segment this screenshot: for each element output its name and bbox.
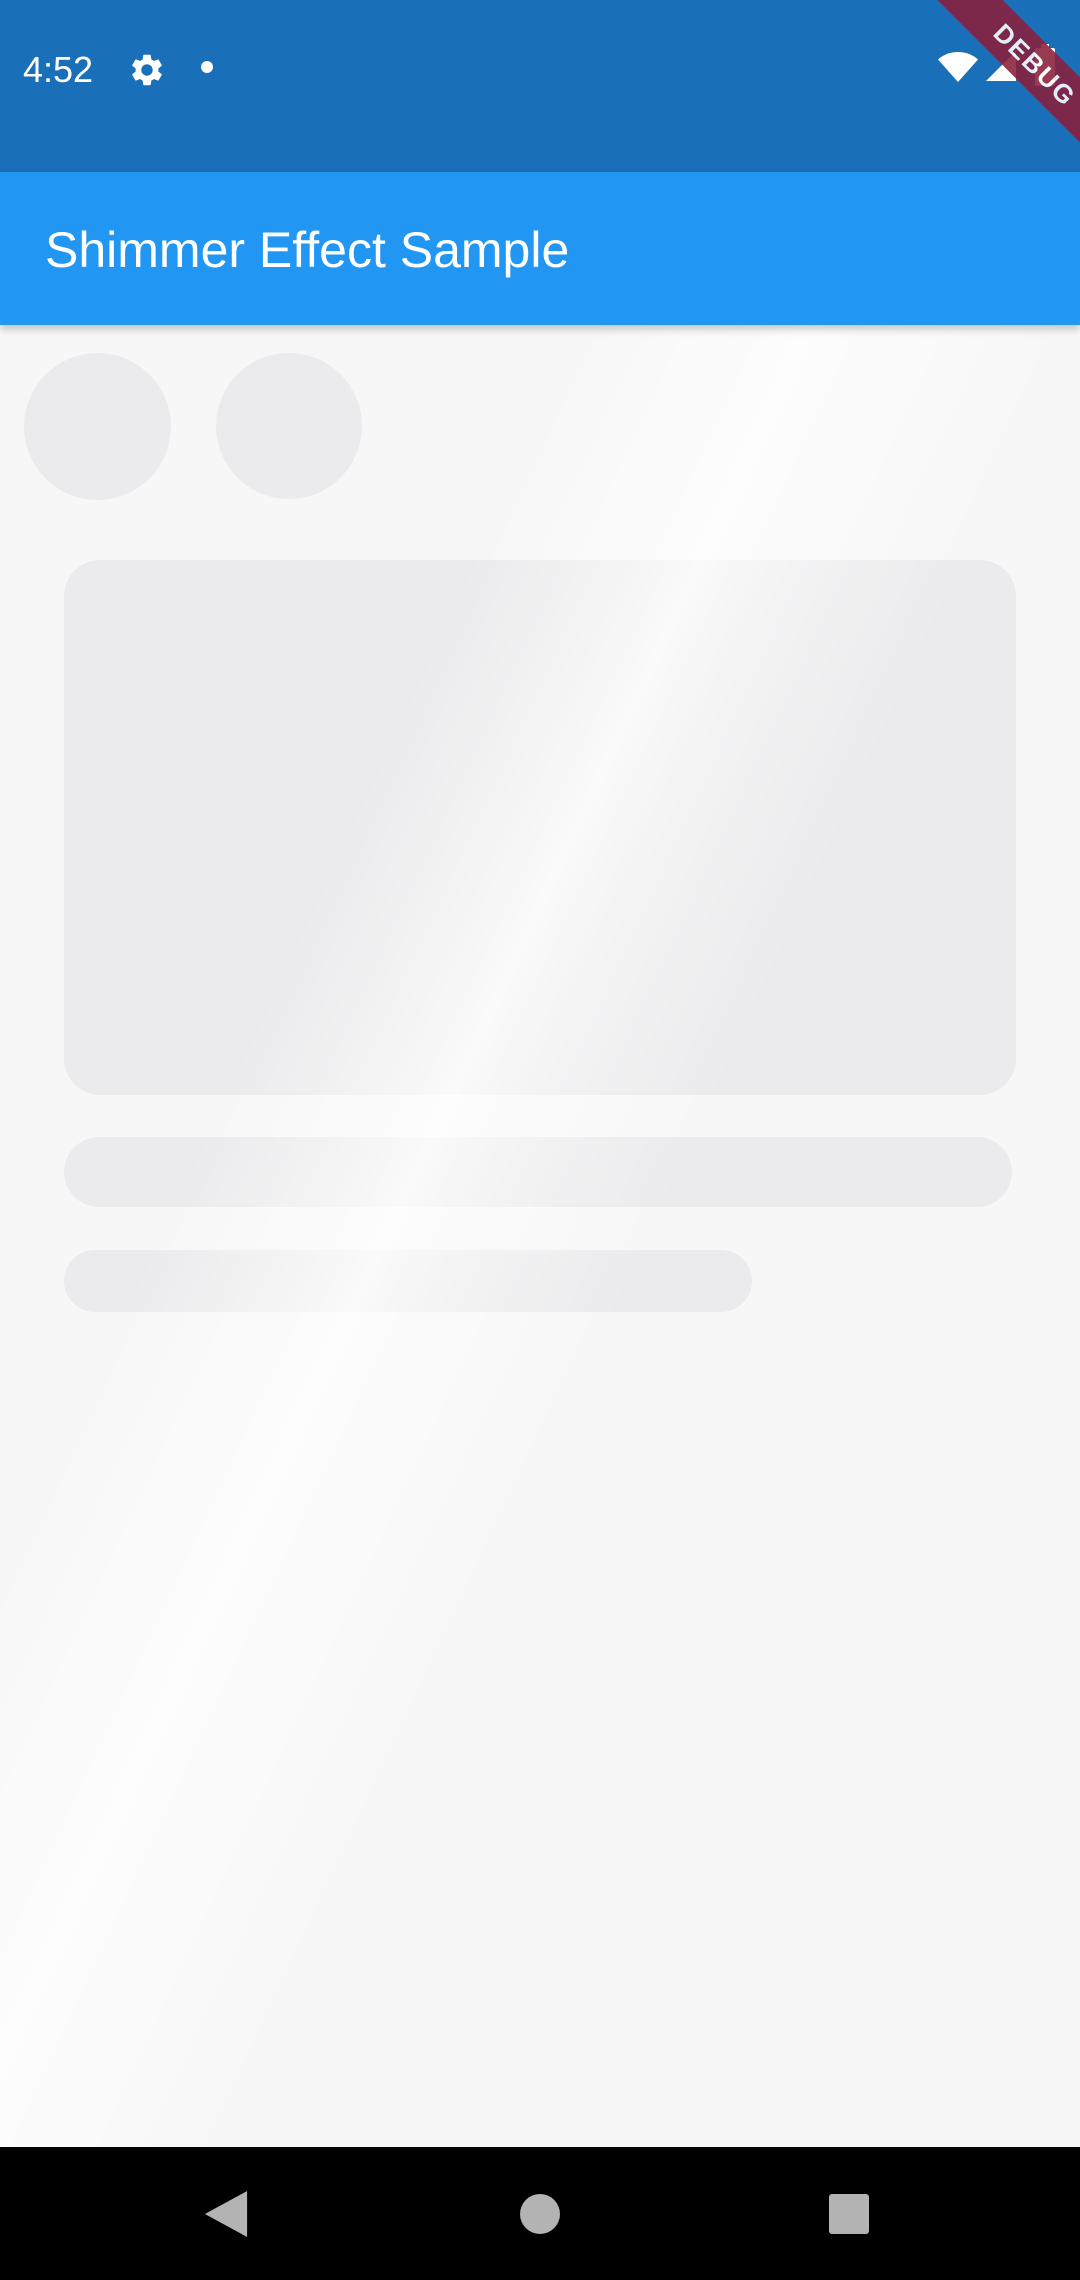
avatar-placeholder-2 xyxy=(216,353,362,499)
avatar-placeholder-1 xyxy=(24,353,171,500)
app-bar: Shimmer Effect Sample xyxy=(0,172,1080,325)
gear-icon xyxy=(132,54,162,86)
home-icon[interactable] xyxy=(520,2194,560,2234)
shimmer-content xyxy=(0,325,1080,2147)
status-time: 4:52 xyxy=(23,49,94,90)
wifi-icon xyxy=(938,52,978,82)
recents-icon[interactable] xyxy=(829,2194,869,2234)
status-bar: 4:52 xyxy=(0,0,1080,172)
navigation-bar xyxy=(0,2147,1080,2280)
text-line-placeholder-1 xyxy=(64,1137,1012,1207)
back-icon[interactable] xyxy=(204,2191,248,2237)
battery-icon xyxy=(1035,44,1055,86)
text-line-placeholder-2 xyxy=(64,1250,752,1312)
page-title: Shimmer Effect Sample xyxy=(45,222,570,278)
card-placeholder xyxy=(64,560,1016,1095)
signal-icon xyxy=(986,51,1016,81)
notification-dot-icon xyxy=(201,61,213,73)
